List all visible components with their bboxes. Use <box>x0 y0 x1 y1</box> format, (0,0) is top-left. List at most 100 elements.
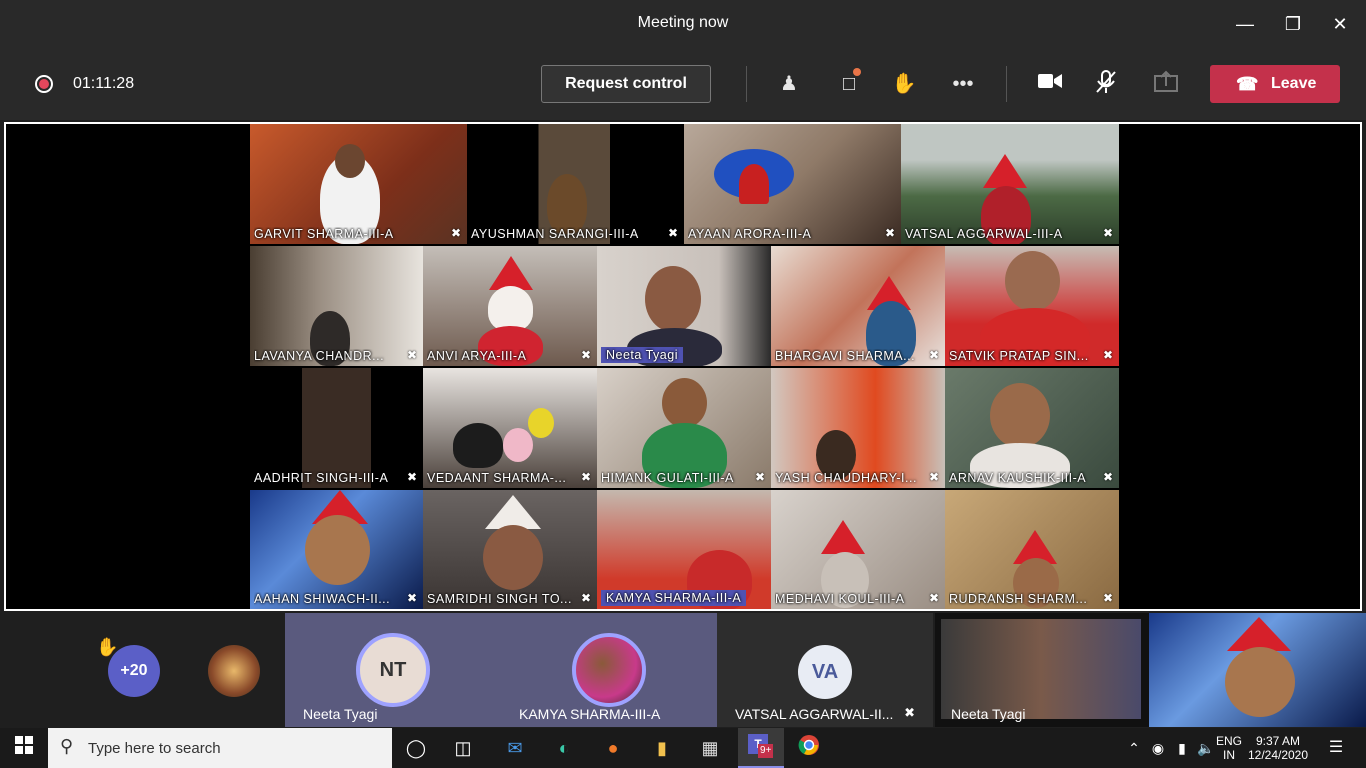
edge-icon[interactable]: ◐ <box>546 734 582 762</box>
toolbar-divider <box>1006 66 1007 102</box>
video-tile[interactable]: AADHRIT SINGH-III-A ✖ <box>250 368 423 488</box>
avatar: VA <box>798 645 852 699</box>
video-tile[interactable]: AAHAN SHIWACH-II... ✖ <box>250 490 423 609</box>
overflow-participants-button[interactable]: +20 <box>108 645 160 697</box>
participant-name: AAHAN SHIWACH-II... <box>254 592 391 606</box>
participant-name: ARNAV KAUSHIK-III-A <box>949 471 1087 485</box>
title-bar: Meeting now — ❐ ✕ <box>0 0 1366 48</box>
more-icon[interactable]: ••• <box>949 70 977 98</box>
taskbar-search[interactable]: ⚲ Type here to search <box>48 728 392 768</box>
participant-name: Neeta Tyagi <box>601 347 683 363</box>
self-video[interactable] <box>1149 613 1366 727</box>
mic-muted-icon: ✖ <box>450 226 461 240</box>
participant-name: KAMYA SHARMA-III-A <box>601 590 747 606</box>
video-stage: GARVIT SHARMA-III-A ✖ AYUSHMAN SARANGI-I… <box>4 122 1362 611</box>
video-tile[interactable]: YASH CHAUDHARY-I... ✖ <box>771 368 945 488</box>
mic-muted-icon: ✖ <box>406 470 417 484</box>
participant-name: Neeta Tyagi <box>951 706 1026 722</box>
firefox-icon[interactable]: ● <box>595 734 631 762</box>
avatar <box>572 633 646 707</box>
mic-muted-icon: ✖ <box>580 470 591 484</box>
participant-name: HIMANK GULATI-III-A <box>601 471 734 485</box>
video-tile[interactable]: BHARGAVI SHARMA... ✖ <box>771 246 945 366</box>
close-button[interactable]: ✕ <box>1325 10 1355 38</box>
video-grid: GARVIT SHARMA-III-A ✖ AYUSHMAN SARANGI-I… <box>250 124 1120 609</box>
video-tile[interactable]: AYUSHMAN SARANGI-III-A ✖ <box>467 124 684 244</box>
video-tile[interactable]: MEDHAVI KOUL-III-A ✖ <box>771 490 945 609</box>
video-tile[interactable]: LAVANYA CHANDR... ✖ <box>250 246 423 366</box>
cortana-icon[interactable]: ◯ <box>398 734 434 762</box>
mic-muted-icon: ✖ <box>580 348 591 362</box>
participant-name: LAVANYA CHANDR... <box>254 349 385 363</box>
video-tile[interactable]: KAMYA SHARMA-III-A <box>597 490 771 609</box>
camera-icon[interactable] <box>1036 70 1064 98</box>
video-tile[interactable]: AYAAN ARORA-III-A ✖ <box>684 124 901 244</box>
mic-muted-icon[interactable] <box>1092 70 1120 98</box>
phone-hangup-icon: ☎ <box>1236 74 1259 94</box>
mic-muted-icon: ✖ <box>928 348 939 362</box>
participant-tile[interactable]: NT Neeta Tyagi <box>285 613 501 727</box>
participant-tile[interactable]: Neeta Tyagi <box>935 613 1149 727</box>
language-indicator[interactable]: ENG IN <box>1216 734 1242 762</box>
video-tile[interactable]: RUDRANSH SHARM... ✖ <box>945 490 1119 609</box>
mic-muted-icon: ✖ <box>904 705 915 720</box>
participant-name: SATVIK PRATAP SIN... <box>949 349 1089 363</box>
mic-muted-icon: ✖ <box>1102 470 1113 484</box>
participant-strip: ✋ +20 NT Neeta Tyagi KAMYA SHARMA-III-A … <box>0 613 1366 727</box>
video-tile[interactable]: ARNAV KAUSHIK-III-A ✖ <box>945 368 1119 488</box>
participant-name: ANVI ARYA-III-A <box>427 349 527 363</box>
participant-name: RUDRANSH SHARM... <box>949 592 1088 606</box>
clock[interactable]: 9:37 AM 12/24/2020 <box>1246 734 1310 762</box>
video-tile[interactable]: ANVI ARYA-III-A ✖ <box>423 246 597 366</box>
chrome-icon[interactable] <box>791 734 827 762</box>
video-tile[interactable]: Neeta Tyagi <box>597 246 771 366</box>
teams-icon[interactable]: T 9+ <box>738 728 784 768</box>
participant-name: Neeta Tyagi <box>303 706 378 722</box>
avatar: NT <box>356 633 430 707</box>
search-icon: ⚲ <box>60 736 74 756</box>
participant-name: AYUSHMAN SARANGI-III-A <box>471 227 639 241</box>
participant-name: VEDAANT SHARMA-... <box>427 471 567 485</box>
mic-muted-icon: ✖ <box>754 470 765 484</box>
leave-button[interactable]: ☎ Leave <box>1210 65 1340 103</box>
chat-icon[interactable]: □ <box>835 68 863 98</box>
participant-name: GARVIT SHARMA-III-A <box>254 227 394 241</box>
video-tile[interactable]: GARVIT SHARMA-III-A ✖ <box>250 124 467 244</box>
avatar <box>208 645 260 697</box>
video-tile[interactable]: HIMANK GULATI-III-A ✖ <box>597 368 771 488</box>
mic-muted-icon: ✖ <box>1102 348 1113 362</box>
share-icon[interactable] <box>1152 70 1180 98</box>
video-tile[interactable]: VEDAANT SHARMA-... ✖ <box>423 368 597 488</box>
meeting-toolbar: 01:11:28 Request control ♟ □ ✋ ••• ☎ Lea… <box>0 48 1366 120</box>
notifications-icon[interactable]: ☰ <box>1318 734 1354 762</box>
mic-muted-icon: ✖ <box>667 226 678 240</box>
store-icon[interactable]: ▦ <box>692 734 728 762</box>
meeting-timer: 01:11:28 <box>73 75 135 92</box>
mic-muted-icon: ✖ <box>928 591 939 605</box>
search-placeholder: Type here to search <box>88 740 221 757</box>
video-tile[interactable]: SATVIK PRATAP SIN... ✖ <box>945 246 1119 366</box>
windows-start-icon[interactable] <box>6 734 42 762</box>
participants-icon[interactable]: ♟ <box>775 70 803 98</box>
participant-name: VATSAL AGGARWAL-II... <box>735 706 894 722</box>
mic-muted-icon: ✖ <box>928 470 939 484</box>
task-view-icon[interactable]: ◫ <box>445 734 481 762</box>
minimize-button[interactable]: — <box>1230 10 1260 38</box>
restore-button[interactable]: ❐ <box>1278 10 1308 38</box>
participant-tile[interactable]: KAMYA SHARMA-III-A <box>501 613 717 727</box>
mail-icon[interactable]: ✉ <box>497 734 533 762</box>
participant-name: MEDHAVI KOUL-III-A <box>775 592 905 606</box>
participant-tile[interactable]: VA VATSAL AGGARWAL-II... ✖ <box>717 613 933 727</box>
raise-hand-icon[interactable]: ✋ <box>890 70 918 98</box>
participant-name: YASH CHAUDHARY-I... <box>775 471 917 485</box>
video-tile[interactable]: SAMRIDHI SINGH TO... ✖ <box>423 490 597 609</box>
mic-muted-icon: ✖ <box>1102 591 1113 605</box>
teams-badge: 9+ <box>758 744 774 758</box>
toolbar-divider <box>746 66 747 102</box>
participant-name: SAMRIDHI SINGH TO... <box>427 592 572 606</box>
video-tile[interactable]: VATSAL AGGARWAL-III-A ✖ <box>901 124 1119 244</box>
participant-name: VATSAL AGGARWAL-III-A <box>905 227 1063 241</box>
participant-name: AYAAN ARORA-III-A <box>688 227 812 241</box>
request-control-button[interactable]: Request control <box>541 65 711 103</box>
file-explorer-icon[interactable]: ▮ <box>644 734 680 762</box>
